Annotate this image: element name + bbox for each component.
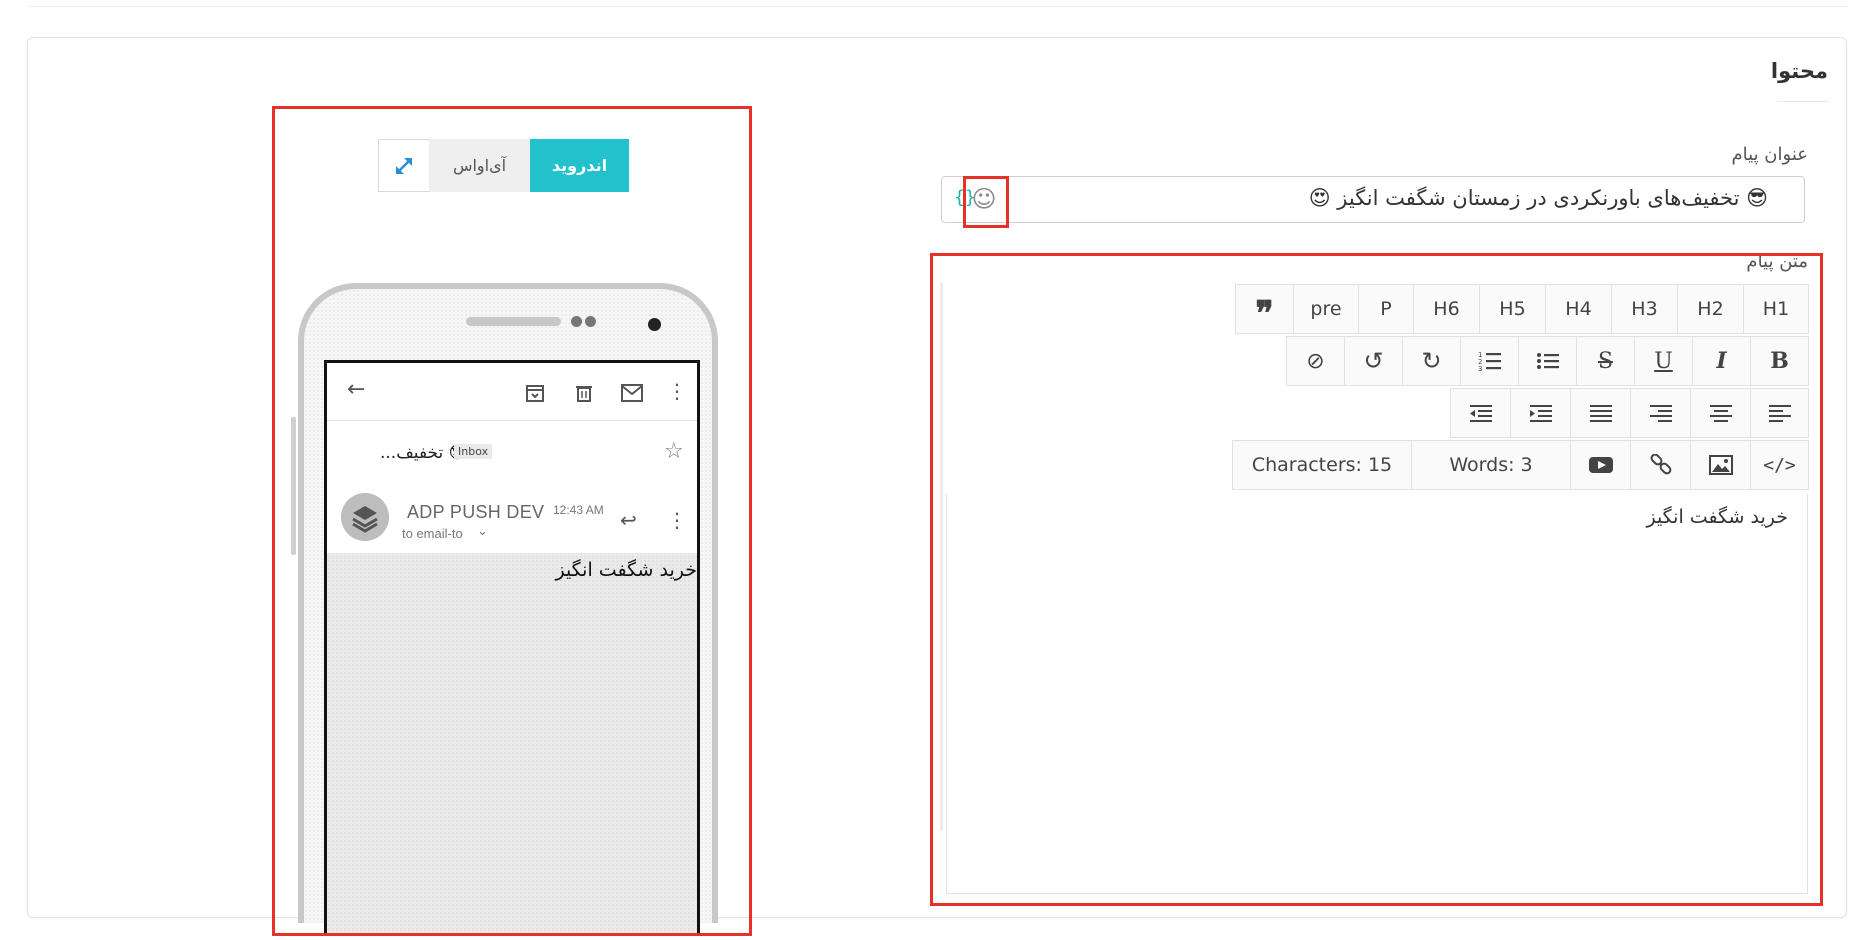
underline-icon: U (1654, 348, 1673, 374)
mail-time: 12:43 AM (553, 503, 604, 517)
align-justify-icon (1589, 405, 1612, 422)
avatar (341, 493, 389, 541)
align-center-icon (1709, 405, 1732, 422)
top-divider (28, 0, 1848, 7)
align-right-button[interactable] (1630, 388, 1691, 438)
archive-icon[interactable] (525, 383, 545, 403)
outdent-button[interactable] (1450, 388, 1511, 438)
ordered-list-icon: 123 (1478, 351, 1501, 372)
p-button[interactable]: P (1358, 284, 1414, 334)
editor-scrollbar[interactable] (940, 283, 943, 831)
inbox-badge: Inbox (454, 444, 493, 459)
platform-tabs: آی‌اواس اندروید (378, 139, 629, 194)
align-left-button[interactable] (1750, 388, 1809, 438)
more-vert-icon[interactable]: ⋮ (667, 379, 687, 403)
smile-icon[interactable]: ☺ (971, 186, 997, 212)
word-count: Words: 3 (1411, 440, 1571, 490)
trash-icon[interactable] (574, 383, 594, 403)
tab-android[interactable]: اندروید (530, 139, 629, 192)
unordered-list-button[interactable] (1518, 336, 1577, 386)
redo-button[interactable]: ↻ (1402, 336, 1461, 386)
expand-icon (396, 157, 412, 174)
insert-video-icon (1588, 457, 1613, 473)
h6-button[interactable]: H6 (1413, 284, 1480, 334)
expand-button[interactable] (378, 139, 430, 192)
align-justify-button[interactable] (1570, 388, 1631, 438)
phone-side-button (291, 417, 296, 555)
italic-button[interactable]: I (1692, 336, 1751, 386)
insert-image-button[interactable] (1690, 440, 1751, 490)
tab-ios[interactable]: آی‌اواس (429, 139, 530, 192)
phone-speaker (466, 317, 561, 326)
unordered-list-icon (1536, 353, 1559, 369)
strikethrough-button[interactable]: S (1576, 336, 1635, 386)
clear-format-icon: ⊘ (1306, 348, 1325, 374)
subject-input[interactable]: 😎 تخفیف‌های باورنکردی در زمستان شگفت انگ… (941, 176, 1805, 223)
align-left-icon (1768, 405, 1791, 422)
italic-icon: I (1716, 348, 1727, 374)
ordered-list-button[interactable]: 123 (1460, 336, 1519, 386)
subject-label: عنوان پیام (1731, 144, 1808, 165)
pre-button[interactable]: pre (1293, 284, 1359, 334)
insert-link-button[interactable] (1630, 440, 1691, 490)
align-center-button[interactable] (1690, 388, 1751, 438)
h1-button[interactable]: H1 (1743, 284, 1809, 334)
back-arrow-icon[interactable]: ← (347, 377, 365, 402)
message-body-editor[interactable]: خرید شگفت انگیز (946, 494, 1808, 894)
character-count: Characters: 15 (1232, 440, 1412, 490)
title-underline (1778, 101, 1828, 102)
insert-image-icon (1708, 455, 1733, 475)
quote-icon: ❞ (1255, 294, 1274, 334)
svg-text:3: 3 (1478, 365, 1482, 372)
undo-icon: ↺ (1363, 347, 1384, 375)
phone-sensor (571, 316, 582, 327)
section-title: محتوا (1770, 59, 1828, 83)
subject-value: 😎 تخفیف‌های باورنکردی در زمستان شگفت انگ… (1308, 186, 1768, 210)
more-vert-icon[interactable]: ⋮ (667, 508, 687, 532)
code-view-icon: </> (1763, 454, 1796, 476)
mail-toolbar: ← ⋮ (327, 363, 697, 421)
indent-button[interactable] (1510, 388, 1571, 438)
indent-icon (1529, 405, 1552, 422)
mail-body: خرید شگفت انگیز (555, 559, 697, 581)
recipient-line[interactable]: to email-to (402, 526, 463, 541)
bold-icon: B (1770, 348, 1789, 374)
reply-icon[interactable]: ↩ (620, 508, 637, 532)
star-icon[interactable]: ☆ (664, 439, 684, 464)
h2-button[interactable]: H2 (1677, 284, 1744, 334)
chevron-down-icon[interactable]: ⌄ (477, 524, 488, 539)
outdent-icon (1469, 405, 1492, 422)
undo-button[interactable]: ↺ (1344, 336, 1403, 386)
editor-content: خرید شگفت انگیز (1646, 506, 1788, 528)
phone-preview: ← ⋮ 😎 تخفیف... Inbox ☆ ADP PUSH DEV to e… (298, 283, 718, 935)
body-label: متن پیام (1746, 251, 1808, 272)
h4-button[interactable]: H4 (1545, 284, 1612, 334)
bold-button[interactable]: B (1750, 336, 1809, 386)
align-right-icon (1649, 405, 1672, 422)
h5-button[interactable]: H5 (1479, 284, 1546, 334)
phone-camera (648, 318, 661, 331)
phone-screen: ← ⋮ 😎 تخفیف... Inbox ☆ ADP PUSH DEV to e… (324, 360, 700, 935)
sender-name: ADP PUSH DEV (407, 502, 545, 522)
underline-button[interactable]: U (1634, 336, 1693, 386)
insert-video-button[interactable] (1570, 440, 1631, 490)
clear-format-button[interactable]: ⊘ (1286, 336, 1345, 386)
strikethrough-icon: S (1597, 348, 1614, 374)
phone-sensor (585, 316, 596, 327)
code-view-button[interactable]: </> (1750, 440, 1809, 490)
insert-link-icon (1650, 454, 1671, 475)
redo-icon: ↻ (1421, 347, 1442, 375)
quote-button[interactable]: ❞ (1235, 284, 1294, 334)
mail-icon[interactable] (621, 384, 643, 402)
h3-button[interactable]: H3 (1611, 284, 1678, 334)
